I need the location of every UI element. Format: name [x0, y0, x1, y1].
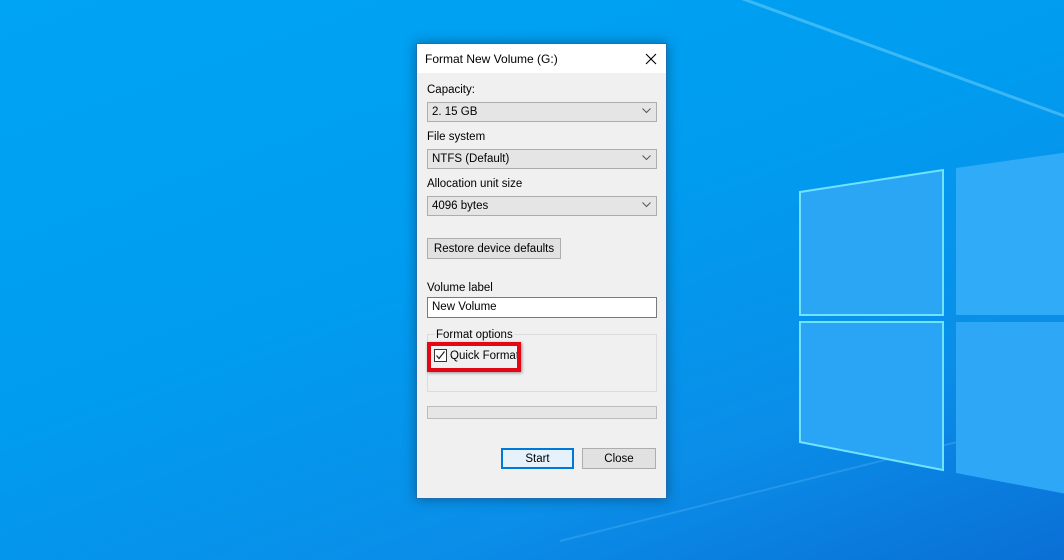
allocation-unit-label: Allocation unit size — [427, 178, 523, 190]
file-system-value: NTFS (Default) — [432, 153, 510, 165]
start-button[interactable]: Start — [501, 448, 574, 469]
chevron-down-icon — [642, 108, 651, 114]
volume-label-value: New Volume — [432, 301, 497, 313]
chevron-down-icon — [642, 202, 651, 208]
file-system-select[interactable]: NTFS (Default) — [427, 149, 657, 169]
allocation-unit-select[interactable]: 4096 bytes — [427, 196, 657, 216]
allocation-unit-value: 4096 bytes — [432, 200, 489, 212]
capacity-select[interactable]: 2. 15 GB — [427, 102, 657, 122]
chevron-down-icon — [642, 155, 651, 161]
format-options-legend: Format options — [435, 329, 514, 341]
volume-label-label: Volume label — [427, 282, 493, 294]
close-window-button[interactable] — [636, 44, 666, 73]
dialog-title: Format New Volume (G:) — [425, 52, 558, 66]
restore-defaults-button[interactable]: Restore device defaults — [427, 238, 561, 259]
windows-logo — [799, 152, 1064, 494]
annotation-highlight-box — [427, 342, 521, 372]
title-bar: Format New Volume (G:) — [417, 44, 666, 73]
capacity-label: Capacity: — [427, 84, 475, 96]
close-button[interactable]: Close — [582, 448, 656, 469]
capacity-value: 2. 15 GB — [432, 106, 478, 118]
format-dialog: Format New Volume (G:) Capacity: 2. 15 G… — [416, 43, 667, 499]
close-icon — [645, 53, 657, 64]
file-system-label: File system — [427, 131, 486, 143]
volume-label-input[interactable]: New Volume — [427, 297, 657, 318]
format-progress-bar — [427, 406, 657, 419]
